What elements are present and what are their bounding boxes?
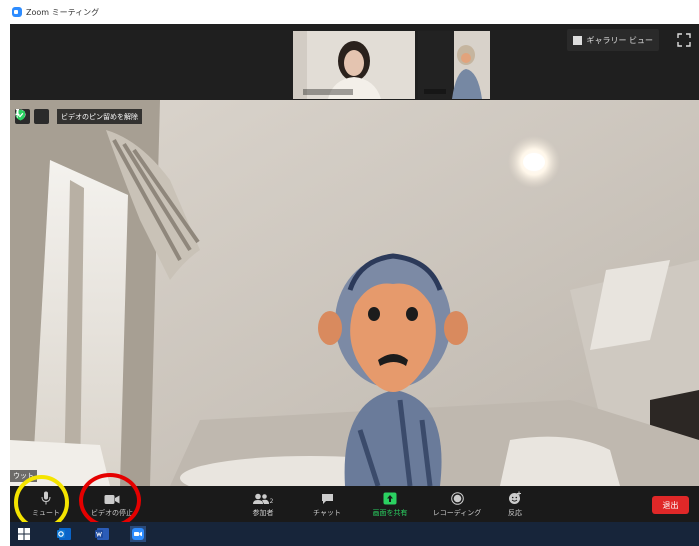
participants-button[interactable]: 2 参加者: [243, 486, 283, 522]
window-title: Zoom ミーティング: [26, 7, 100, 17]
share-screen-button[interactable]: 画面を共有: [368, 486, 412, 522]
participants-label: 参加者: [252, 508, 274, 517]
chat-button[interactable]: チャット: [310, 486, 344, 522]
video-camera-icon: [104, 494, 120, 504]
chat-icon: [321, 493, 333, 504]
grid-icon: [573, 35, 583, 45]
leave-button[interactable]: 退出: [652, 496, 689, 514]
zoom-logo-icon: [12, 7, 22, 17]
outlook-icon[interactable]: [56, 526, 72, 542]
pin-icon: [15, 109, 20, 118]
chevron-up-icon[interactable]: ^: [63, 492, 68, 499]
participant-thumbnail[interactable]: [293, 31, 415, 99]
main-video-scene: [10, 100, 699, 486]
reactions-button[interactable]: 反応: [500, 486, 530, 522]
video-overlay-controls: ビデオのピン留めを解除: [15, 109, 142, 124]
meeting-stage: ギャラリー ビュー ビデオのピン留めを解除 ウット: [10, 24, 699, 486]
record-icon: [450, 491, 464, 505]
emoji-icon: [509, 491, 521, 504]
participants-count: 2: [269, 497, 274, 505]
share-screen-icon: [383, 492, 397, 504]
unpin-label: ビデオのピン留めを解除: [61, 112, 138, 121]
fullscreen-icon[interactable]: [677, 33, 691, 47]
zoom-taskbar-icon[interactable]: [130, 526, 146, 542]
window-titlebar: Zoom ミーティング: [0, 0, 699, 24]
unpin-video-button[interactable]: ビデオのピン留めを解除: [15, 109, 142, 124]
record-label: レコーディング: [432, 508, 482, 517]
share-screen-label: 画面を共有: [372, 508, 408, 517]
os-taskbar: [10, 522, 699, 546]
participants-icon: [252, 493, 269, 504]
record-button[interactable]: レコーディング: [430, 486, 484, 522]
chat-label: チャット: [313, 508, 341, 517]
stop-video-button[interactable]: ビデオの停止: [90, 486, 134, 522]
word-icon[interactable]: [94, 526, 110, 542]
windows-start-icon[interactable]: [16, 526, 32, 542]
participant-thumbnail[interactable]: [418, 31, 490, 99]
thumbnail-strip: ギャラリー ビュー: [10, 24, 699, 100]
reactions-label: 反応: [508, 508, 522, 517]
stop-video-label: ビデオの停止: [91, 508, 133, 517]
gallery-view-button[interactable]: ギャラリー ビュー: [567, 29, 659, 51]
main-video: ビデオのピン留めを解除 ウット: [10, 100, 699, 486]
participant-video-woman: [293, 31, 415, 99]
participant-name-tag: ウット: [10, 470, 37, 482]
gallery-view-label: ギャラリー ビュー: [586, 35, 653, 45]
meeting-toolbar: ミュート ^ ビデオの停止 ^ 2 参加者 チャット 画面を共有 レコーディング…: [10, 486, 699, 522]
participant-video-monkey: [418, 31, 490, 99]
mute-button[interactable]: ミュート: [28, 486, 64, 522]
chevron-up-icon[interactable]: ^: [135, 492, 140, 499]
microphone-icon: [41, 491, 51, 504]
mute-label: ミュート: [32, 508, 60, 517]
shield-icon[interactable]: [16, 109, 49, 124]
